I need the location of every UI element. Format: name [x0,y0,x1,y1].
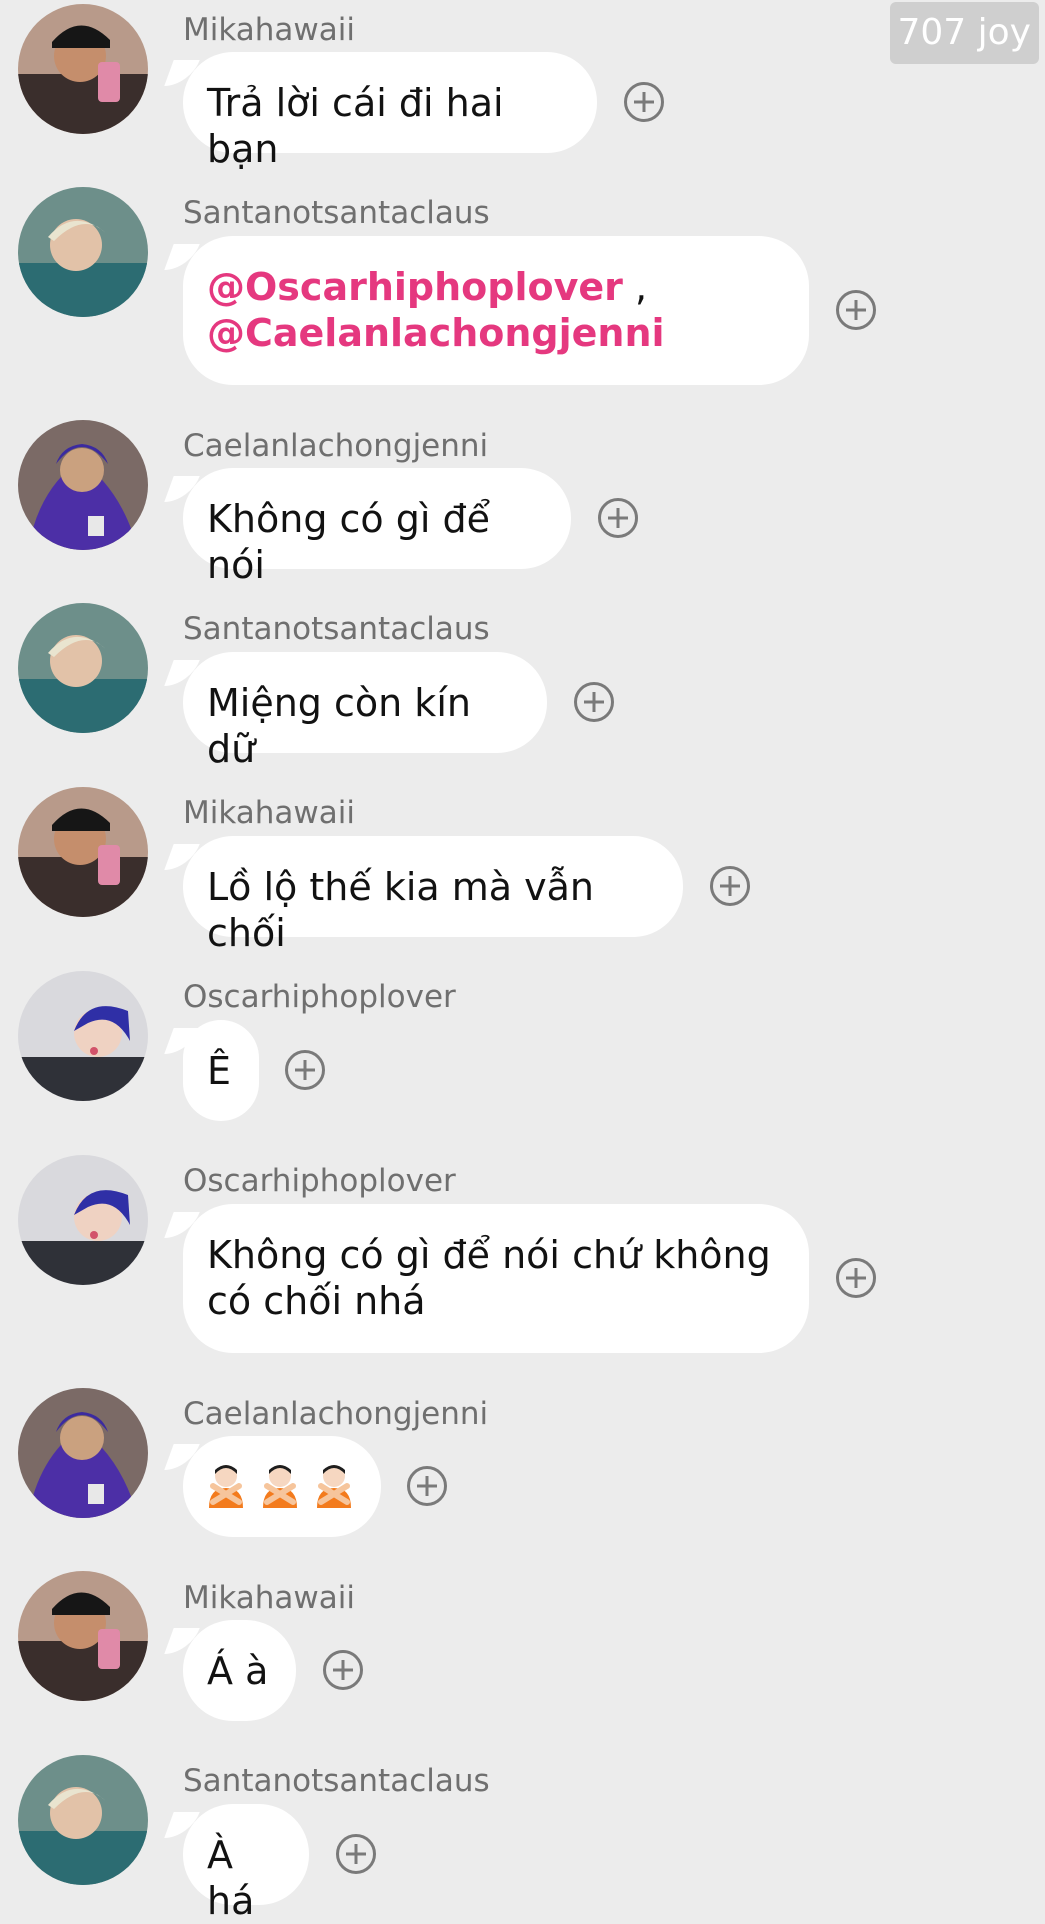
message-bubble[interactable]: Không có gì để nói [183,468,571,587]
mention-link[interactable]: @Caelanlachongjenni [207,311,665,355]
message-text: Á à [207,1649,269,1693]
avatar-santanotsantaclaus[interactable] [18,603,148,733]
username[interactable]: Caelanlachongjenni [183,1396,488,1432]
avatar-mikahawaii[interactable] [18,787,148,917]
username[interactable]: Oscarhiphoplover [183,1163,456,1199]
username[interactable]: Mikahawaii [183,1580,355,1616]
person-gesturing-no-emoji [209,1465,243,1508]
add-reaction-icon[interactable] [710,866,750,906]
avatar-caelanlachongjenni[interactable] [18,1388,148,1518]
add-reaction-icon[interactable] [407,1466,447,1506]
message-text: Ê [207,1049,232,1093]
add-reaction-icon[interactable] [285,1050,325,1090]
add-reaction-icon[interactable] [574,682,614,722]
add-reaction-icon[interactable] [836,290,876,330]
person-gesturing-no-emoji [317,1465,351,1508]
add-reaction-icon[interactable] [323,1650,363,1690]
watermark: 707 joy [889,2,1039,64]
emoji-sequence [203,1462,361,1508]
add-reaction-icon[interactable] [836,1258,876,1298]
username[interactable]: Mikahawaii [183,795,355,831]
avatar-oscarhiphoplover[interactable] [18,1155,148,1285]
message-text: Lồ lộ thế kia mà vẫn chối [207,865,594,955]
message-text: Miệng còn kín dữ [207,681,471,771]
avatar-santanotsantaclaus[interactable] [18,1755,148,1885]
username[interactable]: Santanotsantaclaus [183,195,490,231]
add-reaction-icon[interactable] [598,498,638,538]
message-text: Không có gì để nói [207,497,491,587]
avatar-oscarhiphoplover[interactable] [18,971,148,1101]
avatar-mikahawaii[interactable] [18,1571,148,1701]
message-bubble[interactable]: Ê [183,1020,259,1121]
message-text: Trả lời cái đi hai bạn [207,81,504,171]
username[interactable]: Santanotsantaclaus [183,1763,490,1799]
username[interactable]: Mikahawaii [183,12,355,48]
person-gesturing-no-emoji [263,1465,297,1508]
avatar-mikahawaii[interactable] [18,4,148,134]
message-bubble[interactable]: Á à [183,1620,296,1721]
chat-thread: Mikahawaii Trả lời cái đi hai bạn Santan… [0,0,1045,1923]
add-reaction-icon[interactable] [336,1834,376,1874]
username[interactable]: Caelanlachongjenni [183,428,488,464]
message-text: Không có gì để nói chứ không [207,1233,771,1277]
avatar-santanotsantaclaus[interactable] [18,187,148,317]
message-text: có chối nhá [207,1279,426,1323]
message-bubble[interactable]: @Oscarhiphoplover , @Caelanlachongjenni [183,236,809,385]
message-bubble[interactable]: À há [183,1804,309,1923]
message-bubble[interactable]: Không có gì để nói chứ không có chối nhá [183,1204,809,1353]
avatar-caelanlachongjenni[interactable] [18,420,148,550]
mention-link[interactable]: @Oscarhiphoplover [207,265,623,309]
message-bubble[interactable]: Trả lời cái đi hai bạn [183,52,597,171]
message-bubble[interactable]: Miệng còn kín dữ [183,652,547,771]
message-bubble[interactable]: Lồ lộ thế kia mà vẫn chối [183,836,683,955]
add-reaction-icon[interactable] [624,82,664,122]
mention-separator: , [622,265,648,309]
username[interactable]: Oscarhiphoplover [183,979,456,1015]
username[interactable]: Santanotsantaclaus [183,611,490,647]
message-text: À há [207,1833,255,1923]
message-bubble[interactable] [183,1436,381,1537]
